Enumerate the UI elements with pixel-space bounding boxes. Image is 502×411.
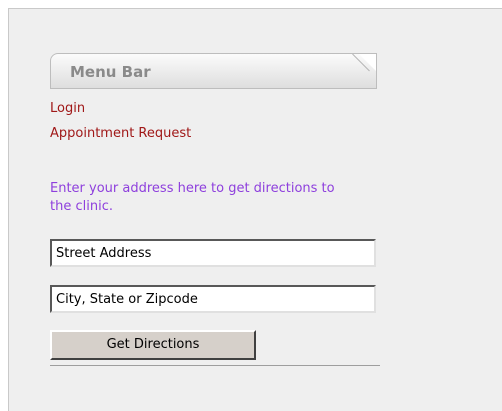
login-link[interactable]: Login xyxy=(50,101,85,116)
directions-instructions: Enter your address here to get direction… xyxy=(50,181,335,214)
menu-bar-title: Menu Bar xyxy=(70,63,151,81)
get-directions-button[interactable]: Get Directions xyxy=(50,330,256,360)
appointment-request-link[interactable]: Appointment Request xyxy=(50,126,191,141)
menu-bar-header: Menu Bar xyxy=(50,53,377,89)
city-state-zip-input[interactable] xyxy=(50,285,376,313)
divider xyxy=(50,365,380,366)
street-address-input[interactable] xyxy=(50,239,376,267)
